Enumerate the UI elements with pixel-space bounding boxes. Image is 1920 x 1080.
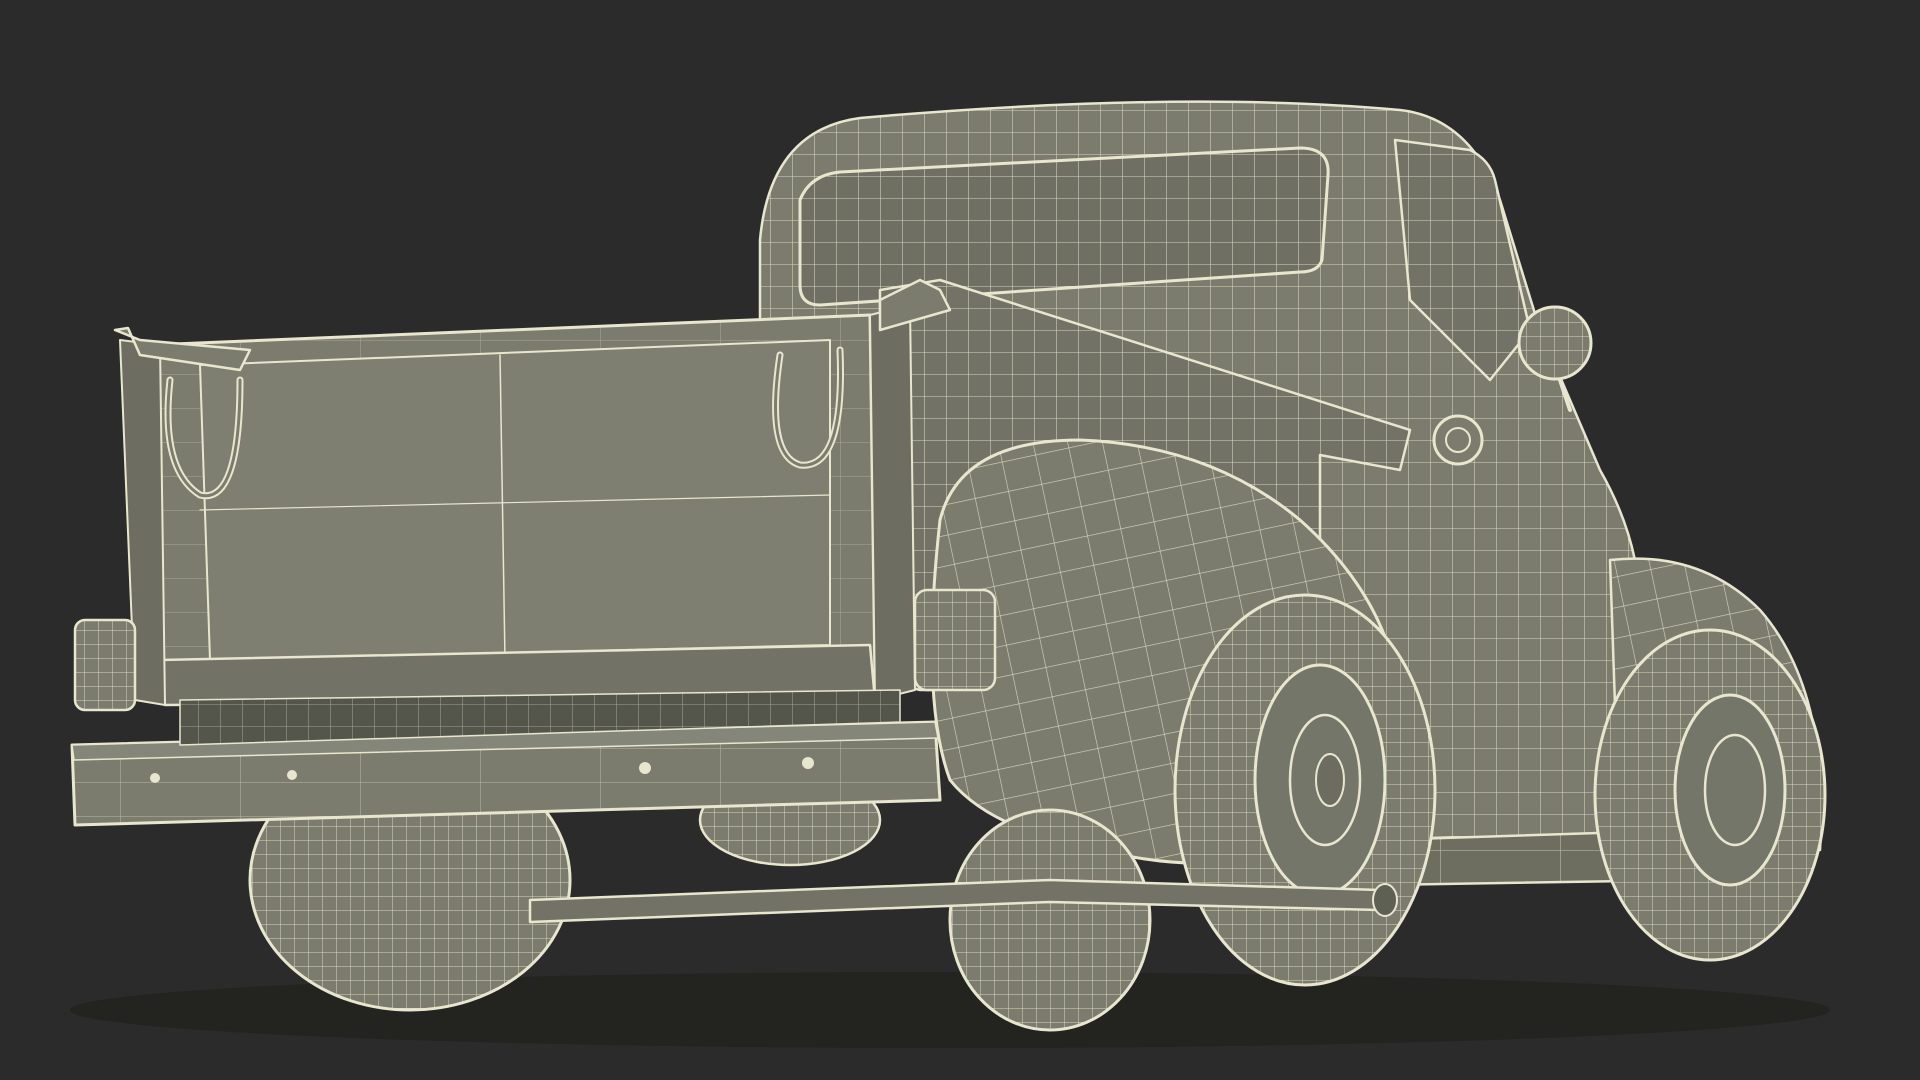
tail-light-left <box>73 618 137 712</box>
render-viewport <box>0 0 1920 1080</box>
fuel-cap <box>1432 414 1484 466</box>
tail-light-right <box>913 588 997 692</box>
front-wheel <box>1593 628 1827 962</box>
rear-wheel-right <box>1173 593 1437 987</box>
rear-wheel-inner <box>948 808 1152 1032</box>
truck-wireframe-render <box>70 100 1830 1048</box>
